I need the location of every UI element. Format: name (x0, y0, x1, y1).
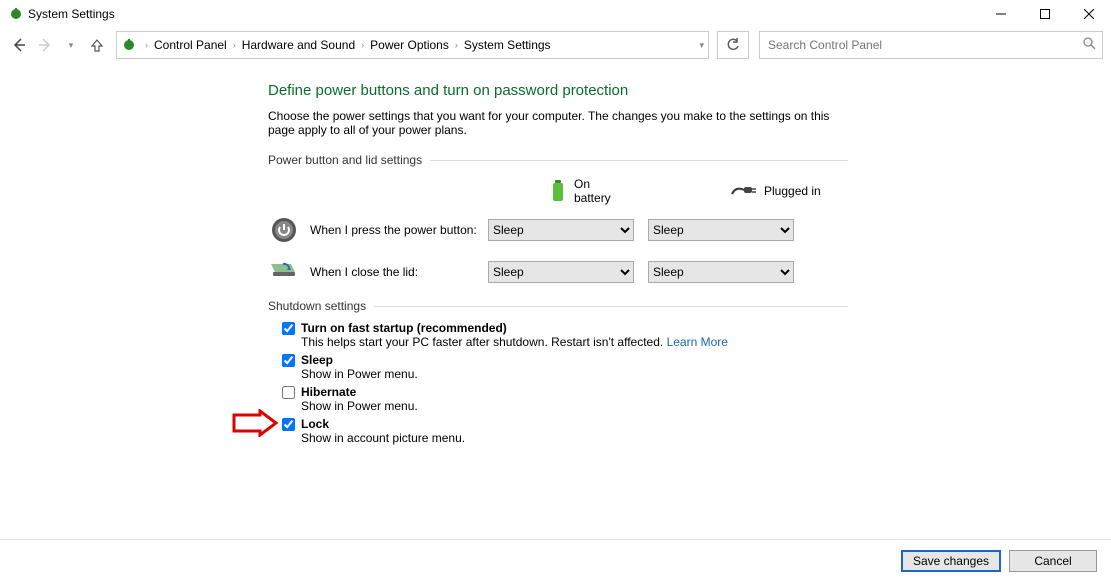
shutdown-item-faststart: Turn on fast startup (recommended)This h… (282, 321, 848, 349)
header-battery: On battery (574, 177, 630, 205)
power-plug-icon (121, 37, 137, 53)
power-button-row: When I press the power button: Do nothin… (268, 213, 848, 247)
checkbox-lock[interactable] (282, 418, 295, 431)
search-icon[interactable] (1083, 37, 1096, 53)
column-headers: On battery Plugged in (268, 175, 848, 207)
shutdown-group-title: Shutdown settings (268, 299, 848, 313)
power-button-battery-select[interactable]: Do nothingSleepHibernateShut down (488, 219, 634, 241)
plug-icon (730, 184, 756, 198)
checkbox-label: Sleep (301, 353, 333, 367)
shutdown-item-lock: LockShow in account picture menu. (282, 417, 848, 445)
power-button-icon (268, 214, 300, 246)
breadcrumb-item[interactable]: Control Panel (152, 36, 229, 54)
shutdown-item-sleep: SleepShow in Power menu. (282, 353, 848, 381)
search-box[interactable] (759, 31, 1103, 59)
header-plugged: Plugged in (764, 184, 821, 198)
chevron-right-icon[interactable]: › (455, 40, 458, 50)
checkbox-description: This helps start your PC faster after sh… (301, 335, 848, 349)
lid-label: When I close the lid: (310, 265, 488, 279)
shutdown-settings-list: Turn on fast startup (recommended)This h… (268, 321, 848, 445)
chevron-right-icon[interactable]: › (361, 40, 364, 50)
checkbox-description: Show in Power menu. (301, 367, 848, 381)
lid-battery-select[interactable]: Do nothingSleepHibernateShut down (488, 261, 634, 283)
nav-forward-button[interactable] (34, 34, 56, 56)
breadcrumb-item[interactable]: Power Options (368, 36, 451, 54)
window-controls (979, 0, 1111, 28)
breadcrumb-item[interactable]: System Settings (462, 36, 553, 54)
page-description: Choose the power settings that you want … (268, 109, 848, 137)
lid-plugged-select[interactable]: Do nothingSleepHibernateShut down (648, 261, 794, 283)
power-plug-icon (8, 6, 24, 22)
checkbox-faststart[interactable] (282, 322, 295, 335)
window-titlebar: System Settings (0, 0, 1111, 28)
save-changes-button[interactable]: Save changes (901, 550, 1001, 572)
battery-icon (550, 180, 566, 202)
chevron-right-icon[interactable]: › (233, 40, 236, 50)
window-title: System Settings (28, 7, 115, 21)
search-input[interactable] (766, 37, 1083, 53)
chevron-down-icon[interactable]: ▾ (699, 40, 704, 51)
minimize-button[interactable] (979, 0, 1023, 28)
learn-more-link[interactable]: Learn More (667, 335, 728, 349)
lid-row: When I close the lid: Do nothingSleepHib… (268, 255, 848, 289)
shutdown-item-hibernate: HibernateShow in Power menu. (282, 385, 848, 413)
footer-bar: Save changes Cancel (0, 539, 1111, 581)
chevron-right-icon[interactable]: › (145, 40, 148, 50)
refresh-button[interactable] (717, 31, 749, 59)
checkbox-sleep[interactable] (282, 354, 295, 367)
cancel-button[interactable]: Cancel (1009, 550, 1097, 572)
nav-recent-dropdown[interactable]: ▾ (60, 34, 82, 56)
maximize-button[interactable] (1023, 0, 1067, 28)
checkbox-label: Turn on fast startup (recommended) (301, 321, 507, 335)
breadcrumb-bar[interactable]: › Control Panel › Hardware and Sound › P… (116, 31, 709, 59)
checkbox-label: Lock (301, 417, 329, 431)
main-content: Define power buttons and turn on passwor… (0, 62, 848, 445)
nav-back-button[interactable] (8, 34, 30, 56)
checkbox-hibernate[interactable] (282, 386, 295, 399)
breadcrumb-item[interactable]: Hardware and Sound (240, 36, 357, 54)
power-button-label: When I press the power button: (310, 223, 488, 237)
nav-up-button[interactable] (86, 34, 108, 56)
address-row: ▾ › Control Panel › Hardware and Sound ›… (0, 28, 1111, 62)
checkbox-label: Hibernate (301, 385, 356, 399)
power-button-plugged-select[interactable]: Do nothingSleepHibernateShut down (648, 219, 794, 241)
close-button[interactable] (1067, 0, 1111, 28)
checkbox-description: Show in account picture menu. (301, 431, 848, 445)
page-title: Define power buttons and turn on passwor… (268, 82, 848, 99)
laptop-lid-icon (268, 256, 300, 288)
power-group-title: Power button and lid settings (268, 153, 848, 167)
checkbox-description: Show in Power menu. (301, 399, 848, 413)
